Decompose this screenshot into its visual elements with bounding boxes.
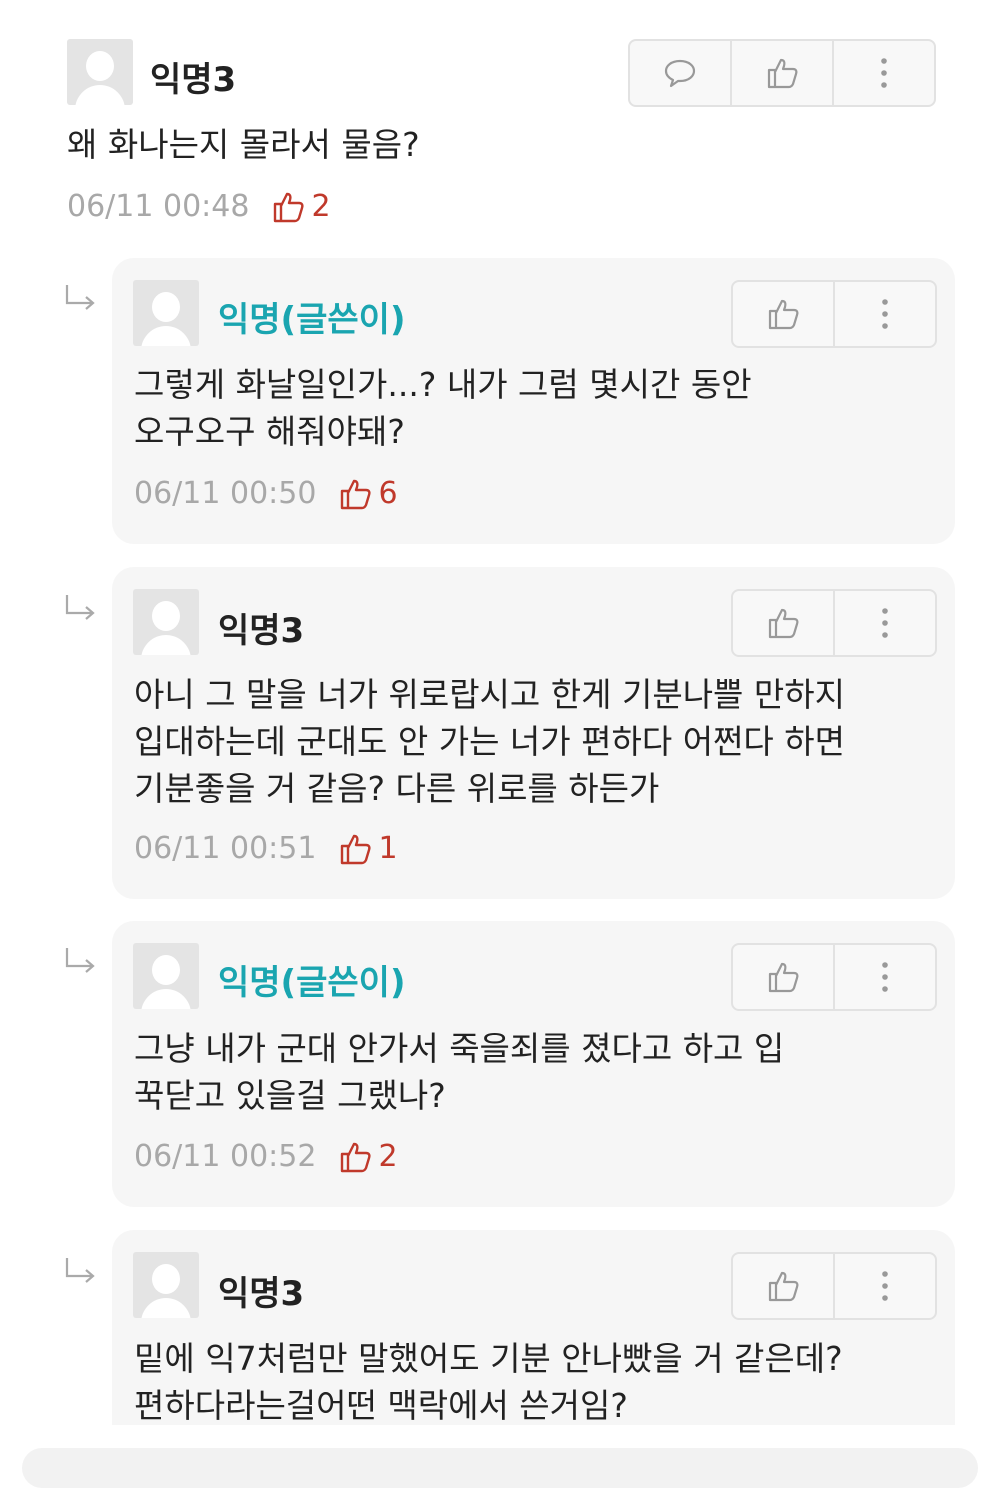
comment-author: 익명3: [218, 1274, 305, 1314]
comment-actions: [731, 280, 937, 348]
reply-arrow-icon: [65, 1258, 95, 1283]
comment-time: 06/11 00:52: [134, 1139, 317, 1174]
thumbs-up-icon: [341, 834, 372, 864]
like-button[interactable]: [733, 282, 835, 346]
comment-text: 그냥 내가 군대 안가서 죽을죄를 졌다고 하고 입 꾹닫고 있을걸 그랬나?: [134, 1029, 785, 1115]
vertical-dots-icon: [882, 962, 888, 992]
thumbs-up-icon: [341, 1142, 372, 1172]
comment-actions: [731, 1252, 937, 1320]
more-button[interactable]: [835, 591, 935, 655]
more-button[interactable]: [835, 1254, 935, 1318]
thumbs-up-icon: [768, 608, 799, 639]
like-button[interactable]: [733, 591, 835, 655]
thumbs-up-icon: [767, 58, 798, 89]
avatar: [133, 943, 199, 1009]
comment-actions: [628, 39, 936, 107]
comment-author: 익명3: [218, 611, 305, 651]
more-button[interactable]: [834, 41, 934, 105]
comment-input-bar[interactable]: [22, 1448, 978, 1488]
reply-arrow-icon: [65, 595, 95, 620]
avatar: [133, 280, 199, 346]
reply-card: 익명3 밑에 익7처럼만 말했어도 기분 안나빴을 거 같은데? 편하다라는걸어…: [112, 1230, 955, 1425]
avatar: [133, 589, 199, 655]
like-button[interactable]: [733, 1254, 835, 1318]
more-button[interactable]: [835, 945, 935, 1009]
vertical-dots-icon: [881, 58, 887, 88]
vertical-dots-icon: [882, 299, 888, 329]
comment-author: 익명3: [150, 60, 237, 100]
vertical-dots-icon: [882, 608, 888, 638]
like-count-value: 6: [378, 476, 398, 511]
more-button[interactable]: [835, 282, 935, 346]
reply-card: 익명3 아니 그 말을 너가 위로랍시고 한게 기분나쁠 만하지 입대하는데 군…: [112, 567, 955, 899]
like-count: 1: [338, 831, 398, 866]
thumbs-up-icon: [274, 192, 305, 222]
like-count: 2: [271, 189, 331, 224]
avatar: [133, 1252, 199, 1318]
comment-meta: 06/11 00:52 2: [134, 1139, 398, 1174]
like-count: 2: [338, 1139, 398, 1174]
vertical-dots-icon: [882, 1271, 888, 1301]
comment-meta: 06/11 00:48 2: [67, 189, 331, 224]
comment-meta: 06/11 00:50 6: [134, 476, 398, 511]
reply-card: 익명(글쓴이) 그렇게 화날일인가...? 내가 그럼 몇시간 동안 오구오구 …: [112, 258, 955, 544]
comment-text: 그렇게 화날일인가...? 내가 그럼 몇시간 동안 오구오구 해줘야돼?: [134, 365, 752, 451]
comment-actions: [731, 589, 937, 657]
like-count-value: 2: [311, 189, 331, 224]
thumbs-up-icon: [768, 1271, 799, 1302]
thumbs-up-icon: [768, 962, 799, 993]
like-count-value: 2: [378, 1139, 398, 1174]
thumbs-up-icon: [341, 479, 372, 509]
like-count-value: 1: [378, 831, 398, 866]
comment-text: 밑에 익7처럼만 말했어도 기분 안나빴을 거 같은데? 편하다라는걸어떤 맥락…: [134, 1339, 843, 1425]
reply-button[interactable]: [630, 41, 732, 105]
comment-time: 06/11 00:51: [134, 831, 317, 866]
comment-author: 익명(글쓴이): [218, 963, 406, 1003]
comment-time: 06/11 00:48: [67, 189, 250, 224]
comment-text: 왜 화나는지 몰라서 물음?: [67, 125, 420, 164]
speech-bubble-icon: [664, 59, 696, 88]
like-count: 6: [338, 476, 398, 511]
reply-arrow-icon: [65, 948, 95, 973]
avatar: [67, 39, 133, 105]
reply-card: 익명(글쓴이) 그냥 내가 군대 안가서 죽을죄를 졌다고 하고 입 꾹닫고 있…: [112, 921, 955, 1207]
like-button[interactable]: [733, 945, 835, 1009]
thumbs-up-icon: [768, 299, 799, 330]
reply-arrow-icon: [65, 285, 95, 310]
comment-time: 06/11 00:50: [134, 476, 317, 511]
like-button[interactable]: [732, 41, 834, 105]
comment-actions: [731, 943, 937, 1011]
comment-meta: 06/11 00:51 1: [134, 831, 398, 866]
comment-author: 익명(글쓴이): [218, 300, 406, 340]
comment-text: 아니 그 말을 너가 위로랍시고 한게 기분나쁠 만하지 입대하는데 군대도 안…: [134, 675, 845, 808]
